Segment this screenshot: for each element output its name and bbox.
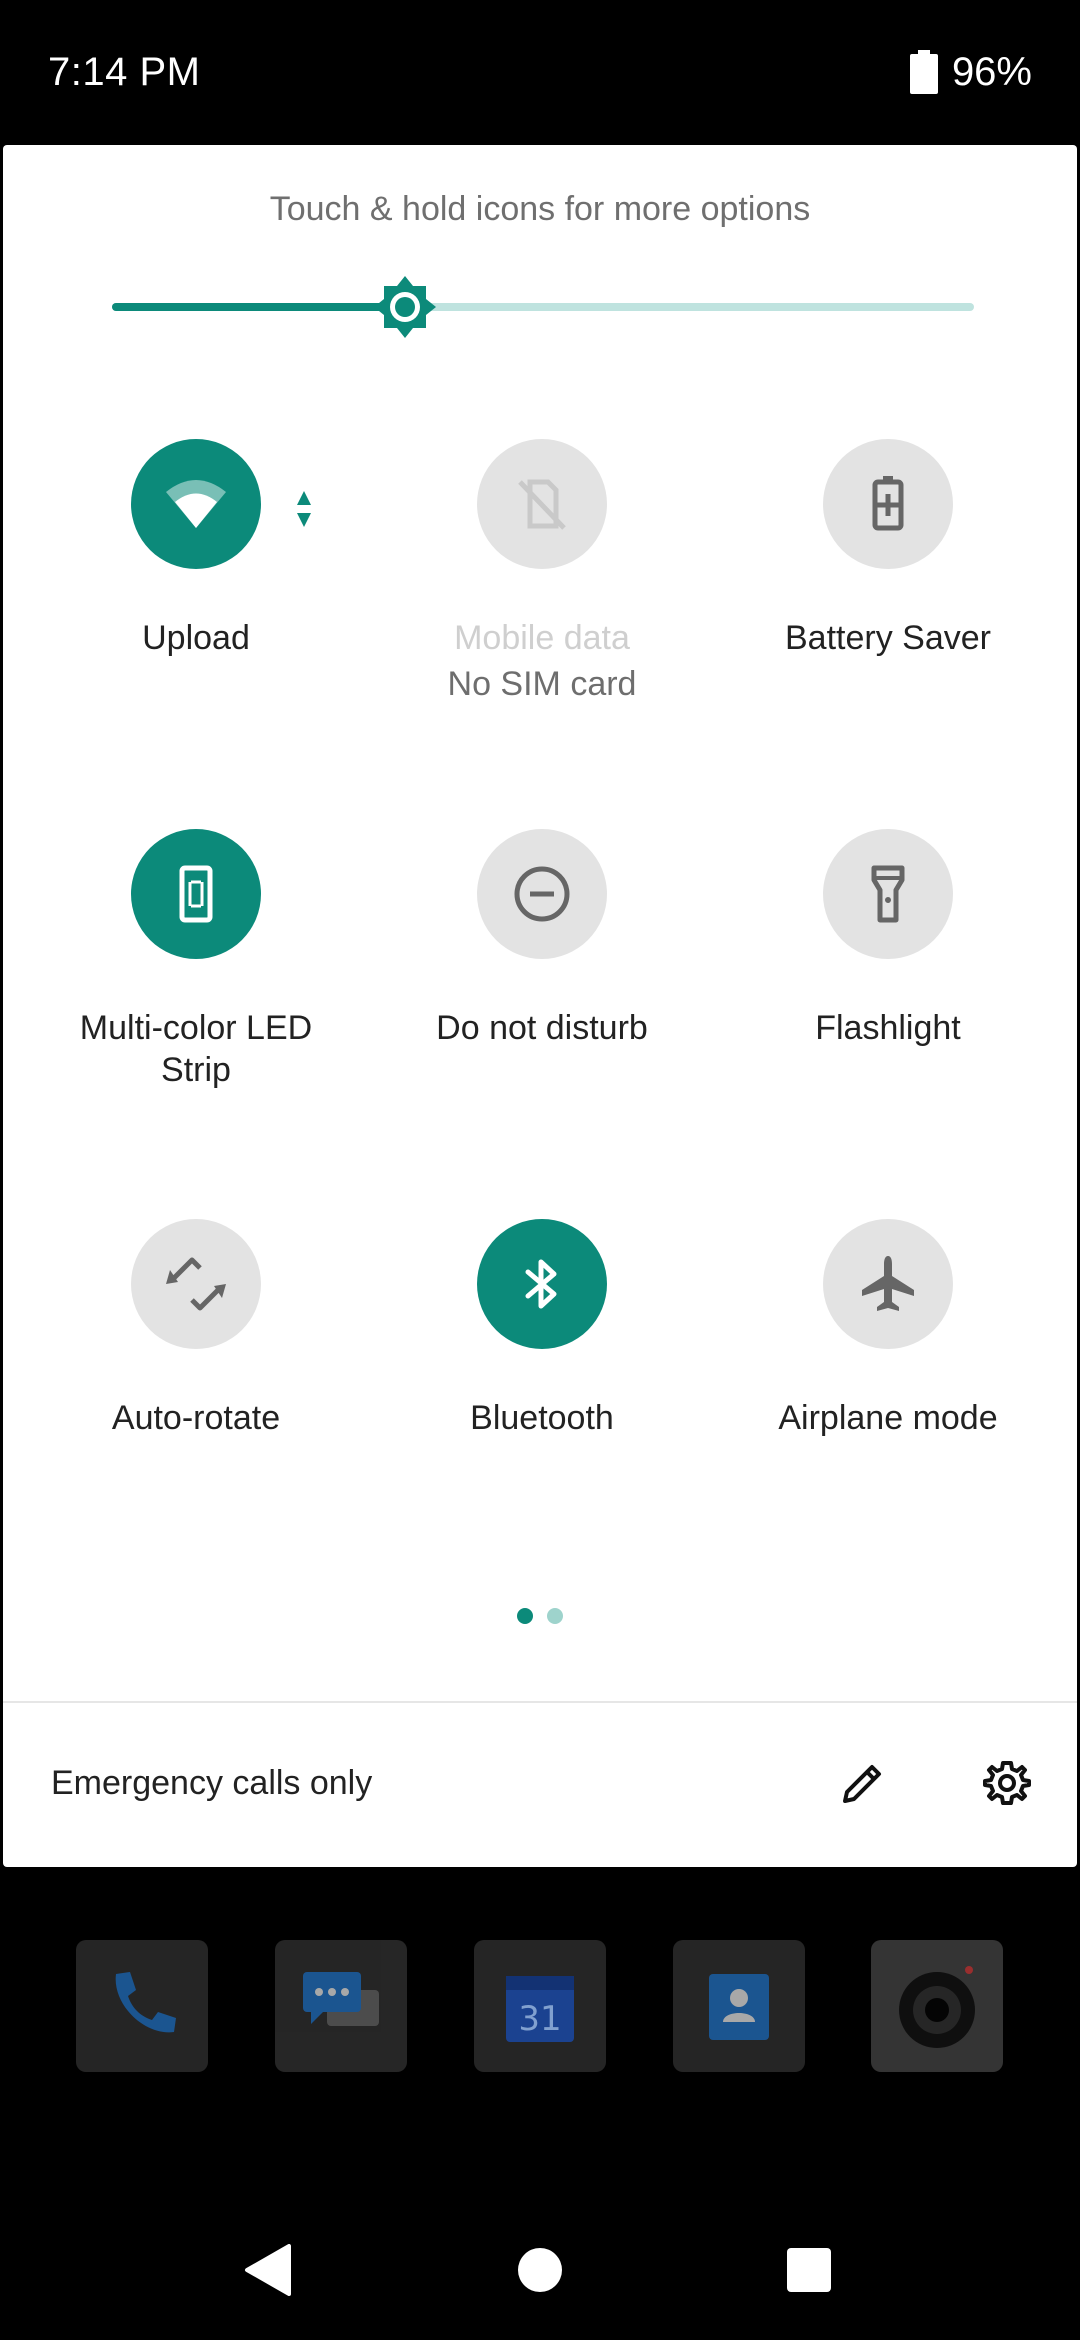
page-indicator: [3, 1608, 1077, 1624]
tile-mobile-data-label: Mobile data: [454, 619, 630, 657]
tile-mobile-data[interactable]: Mobile data No SIM card: [372, 439, 712, 709]
calendar-icon: 31: [506, 1976, 574, 2042]
edit-button[interactable]: [828, 1748, 898, 1818]
tile-do-not-disturb-button[interactable]: [477, 829, 607, 959]
tile-bluetooth-label: Bluetooth: [470, 1399, 614, 1437]
tile-mobile-data-button[interactable]: [477, 439, 607, 569]
camera-icon: [899, 1966, 975, 2048]
status-time: 7:14 PM: [48, 50, 201, 94]
quick-settings-panel: Touch & hold icons for more options Uplo…: [3, 145, 1077, 1867]
carrier-text: Emergency calls only: [51, 1764, 373, 1802]
back-triangle-icon: [245, 2244, 291, 2296]
dock-phone[interactable]: [76, 1940, 208, 2072]
flashlight-icon: [871, 865, 905, 923]
battery-percentage: 96%: [951, 50, 1032, 94]
airplane-icon: [862, 1256, 914, 1311]
recents-square-icon: [787, 2248, 831, 2292]
navigation-bar: [0, 2190, 1080, 2340]
tile-upload-button[interactable]: [131, 439, 261, 569]
dock-messages[interactable]: [275, 1940, 407, 2072]
wifi-icon: [166, 480, 226, 528]
tile-battery-saver[interactable]: Battery Saver: [718, 439, 1058, 659]
tile-airplane-mode-label: Airplane mode: [778, 1399, 998, 1437]
no-sim-icon: [518, 479, 566, 530]
gear-icon: [983, 1761, 1031, 1805]
page-dot-2[interactable]: [547, 1608, 563, 1624]
tile-mobile-data-sublabel: No SIM card: [447, 665, 637, 703]
calendar-date-text: 31: [518, 1999, 561, 2039]
tile-flashlight[interactable]: Flashlight: [718, 829, 1058, 1049]
tile-flashlight-button[interactable]: [823, 829, 953, 959]
brightness-slider-fill: [112, 303, 406, 311]
tile-upload-label: Upload: [142, 619, 250, 657]
tile-airplane-mode-button[interactable]: [823, 1219, 953, 1349]
tile-bluetooth[interactable]: Bluetooth: [372, 1219, 712, 1439]
app-dock: 31: [0, 1940, 1080, 2076]
tile-battery-saver-label: Battery Saver: [785, 619, 991, 657]
bluetooth-icon: [525, 1259, 557, 1309]
battery-saver-icon: [872, 476, 904, 531]
contacts-icon: [709, 1974, 769, 2040]
settings-button[interactable]: [972, 1748, 1042, 1818]
status-battery: 96%: [909, 48, 1032, 96]
brightness-slider[interactable]: [112, 276, 974, 338]
tile-auto-rotate-button[interactable]: [131, 1219, 261, 1349]
battery-icon: [909, 50, 938, 94]
tile-airplane-mode[interactable]: Airplane mode: [718, 1219, 1058, 1439]
tile-do-not-disturb[interactable]: Do not disturb: [372, 829, 712, 1049]
home-circle-icon: [518, 2248, 562, 2292]
dock-camera[interactable]: [871, 1940, 1003, 2072]
led-strip-icon: [179, 865, 213, 923]
edit-pencil-icon: [843, 1765, 881, 1803]
tile-flashlight-label: Flashlight: [815, 1009, 961, 1047]
do-not-disturb-icon: [514, 866, 570, 922]
tile-led-strip-label: Multi-color LED Strip: [79, 1009, 313, 1089]
tile-auto-rotate[interactable]: Auto-rotate: [26, 1219, 366, 1439]
back-button[interactable]: [238, 2240, 298, 2300]
qs-divider: [3, 1701, 1077, 1703]
page-dot-1[interactable]: [517, 1608, 533, 1624]
brightness-icon[interactable]: [372, 274, 438, 340]
tile-led-strip-button[interactable]: [131, 829, 261, 959]
qs-hint-text: Touch & hold icons for more options: [269, 190, 811, 228]
tile-led-strip[interactable]: Multi-color LED Strip: [26, 829, 366, 1091]
tile-battery-saver-button[interactable]: [823, 439, 953, 569]
tile-do-not-disturb-label: Do not disturb: [436, 1009, 648, 1047]
tile-upload[interactable]: Upload: [26, 439, 366, 659]
auto-rotate-icon: [166, 1257, 226, 1311]
dock-calendar[interactable]: 31: [474, 1940, 606, 2072]
phone-icon: [115, 1972, 176, 2033]
tile-bluetooth-button[interactable]: [477, 1219, 607, 1349]
messages-icon: [303, 1972, 379, 2026]
home-button[interactable]: [510, 2240, 570, 2300]
wifi-activity-arrows-icon: [297, 491, 311, 527]
recents-button[interactable]: [779, 2240, 839, 2300]
tile-auto-rotate-label: Auto-rotate: [111, 1399, 281, 1437]
status-bar: 7:14 PM 96%: [0, 0, 1080, 145]
dock-contacts[interactable]: [673, 1940, 805, 2072]
